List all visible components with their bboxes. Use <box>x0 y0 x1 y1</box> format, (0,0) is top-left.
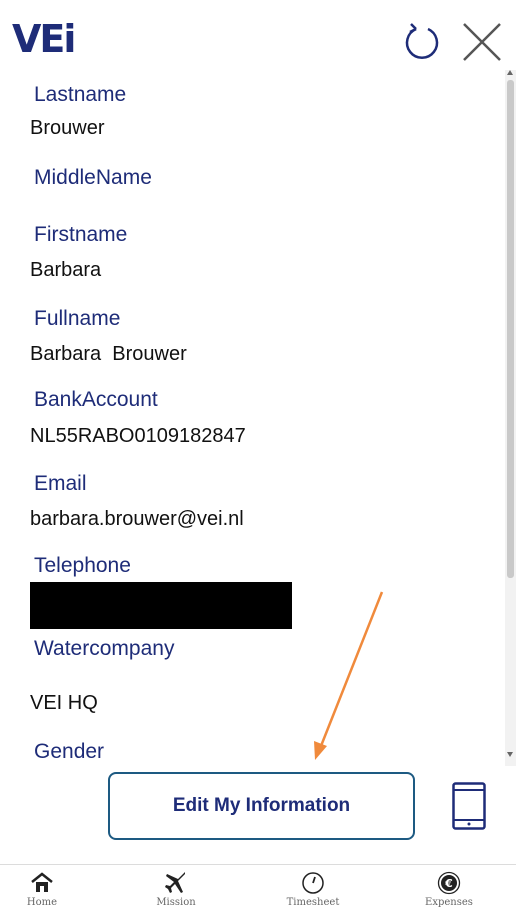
mobile-phone-icon[interactable] <box>452 782 486 830</box>
app-header: VEi <box>0 0 516 68</box>
fullname-value: Barbara Brouwer <box>30 343 187 365</box>
email-label: Email <box>34 472 87 495</box>
nav-label-timesheet: Timesheet <box>286 897 340 908</box>
scroll-up-arrow-icon[interactable] <box>507 70 513 75</box>
scrollbar[interactable] <box>505 70 516 766</box>
nav-item-home[interactable]: Home <box>0 865 92 916</box>
bankaccount-value: NL55RABO0109182847 <box>30 425 246 447</box>
nav-label-home: Home <box>26 897 58 908</box>
svg-text:€: € <box>444 877 453 890</box>
fullname-label: Fullname <box>34 307 121 330</box>
telephone-redacted <box>30 582 292 629</box>
bankaccount-label: BankAccount <box>34 388 158 411</box>
watercompany-value: VEI HQ <box>30 692 98 714</box>
gender-label: Gender <box>34 740 105 763</box>
nav-item-mission[interactable]: Mission <box>126 865 226 916</box>
email-value: barbara.brouwer@vei.nl <box>30 508 244 530</box>
nav-item-timesheet[interactable]: Timesheet <box>263 865 363 916</box>
firstname-label: Firstname <box>34 223 128 246</box>
nav-item-expenses[interactable]: € Expenses <box>399 865 499 916</box>
watercompany-label: Watercompany <box>34 637 175 660</box>
nav-label-mission: Mission <box>156 897 196 908</box>
nav-label-expenses: Expenses <box>425 897 473 908</box>
scroll-down-arrow-icon[interactable] <box>507 752 513 757</box>
bottom-navigation: Home Mission Timesheet € Expenses <box>0 864 516 916</box>
lastname-value: Brouwer <box>30 117 105 139</box>
home-icon <box>31 872 53 892</box>
airplane-icon <box>165 872 185 893</box>
vei-logo: VEi <box>12 17 76 61</box>
middlename-label: MiddleName <box>34 166 152 189</box>
clock-icon <box>302 872 324 894</box>
telephone-label: Telephone <box>34 554 131 577</box>
refresh-icon[interactable] <box>402 20 442 60</box>
euro-icon: € <box>437 871 461 895</box>
close-icon[interactable] <box>460 20 504 64</box>
scroll-thumb[interactable] <box>507 80 514 578</box>
lastname-label: Lastname <box>34 83 127 106</box>
firstname-value: Barbara <box>30 259 102 281</box>
edit-my-information-button[interactable]: Edit My Information <box>108 772 415 840</box>
profile-details[interactable]: Lastname Brouwer MiddleName Firstname Ba… <box>0 70 505 766</box>
